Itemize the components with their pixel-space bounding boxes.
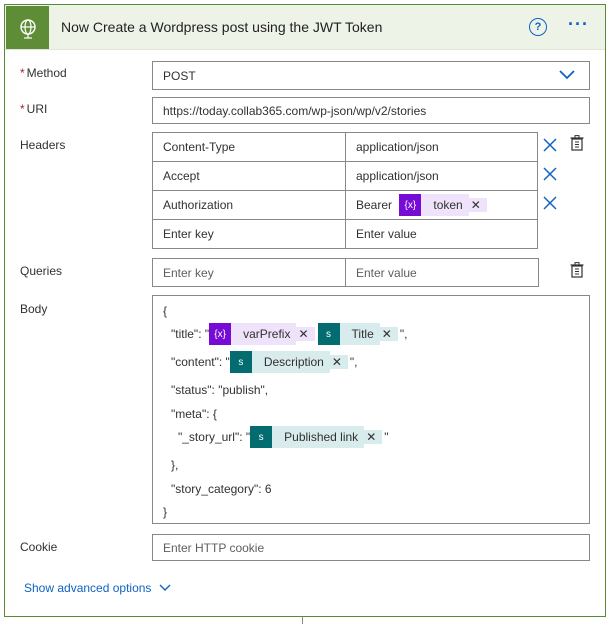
sharepoint-icon: s bbox=[229, 351, 252, 373]
body-line: { bbox=[163, 304, 168, 318]
body-line: }, bbox=[171, 458, 179, 472]
uri-label: * URI bbox=[20, 102, 48, 116]
header-value-input[interactable]: application/json bbox=[345, 132, 538, 162]
header-key-input[interactable]: Content-Type bbox=[152, 132, 346, 162]
token-chip[interactable]: s Title ✕ bbox=[317, 323, 398, 345]
method-select[interactable]: POST bbox=[152, 61, 590, 90]
uri-input[interactable]: https://today.collab365.com/wp-json/wp/v… bbox=[152, 97, 590, 124]
header-key-input[interactable]: Accept bbox=[152, 161, 346, 191]
remove-token-icon[interactable]: ✕ bbox=[329, 355, 348, 369]
header-key-input[interactable]: Authorization bbox=[152, 190, 346, 220]
more-options-icon[interactable]: ··· bbox=[568, 14, 589, 35]
method-label: * Method bbox=[20, 66, 67, 80]
help-icon[interactable]: ? bbox=[529, 18, 547, 36]
chevron-down-icon bbox=[159, 584, 171, 591]
uri-value: https://today.collab365.com/wp-json/wp/v… bbox=[163, 103, 427, 118]
action-header[interactable]: Now Create a Wordpress post using the JW… bbox=[5, 5, 605, 50]
variable-icon: {x} bbox=[209, 323, 232, 345]
body-line: "content": " s Description ✕ ", bbox=[171, 351, 358, 373]
header-value-input[interactable]: Enter value bbox=[345, 219, 538, 249]
body-line: } bbox=[163, 505, 168, 519]
delete-header-icon[interactable] bbox=[543, 138, 557, 152]
body-editor[interactable]: { "title": " {x} varPrefix ✕ s Title ✕ "… bbox=[152, 295, 590, 524]
header-row: Authorization Bearer {x} token ✕ bbox=[152, 190, 538, 220]
method-value: POST bbox=[163, 68, 196, 83]
header-value-input[interactable]: application/json bbox=[345, 161, 538, 191]
cookie-label: Cookie bbox=[20, 540, 58, 554]
header-row: Content-Type application/json bbox=[152, 132, 538, 162]
remove-token-icon[interactable]: ✕ bbox=[364, 430, 383, 444]
remove-token-icon[interactable]: ✕ bbox=[379, 327, 398, 341]
body-line: "status": "publish", bbox=[171, 383, 269, 397]
body-line: "meta": { bbox=[171, 407, 217, 421]
remove-token-icon[interactable]: ✕ bbox=[296, 327, 315, 341]
switch-to-text-mode-icon[interactable] bbox=[570, 135, 584, 151]
headers-label: Headers bbox=[20, 138, 66, 152]
token-chip[interactable]: s Description ✕ bbox=[229, 351, 348, 373]
delete-header-icon[interactable] bbox=[543, 167, 557, 181]
token-chip[interactable]: {x} varPrefix ✕ bbox=[209, 323, 315, 345]
header-value-input[interactable]: Bearer {x} token ✕ bbox=[345, 190, 538, 220]
remove-token-icon[interactable]: ✕ bbox=[468, 198, 487, 212]
variable-icon: {x} bbox=[399, 194, 422, 216]
cookie-input[interactable]: Enter HTTP cookie bbox=[152, 534, 590, 561]
sharepoint-icon: s bbox=[250, 426, 273, 448]
headers-table: Content-Type application/json Accept app… bbox=[152, 132, 538, 249]
token-chip[interactable]: {x} token ✕ bbox=[399, 194, 487, 216]
show-advanced-options-link[interactable]: Show advanced options bbox=[24, 581, 171, 595]
body-line: "story_category": 6 bbox=[171, 482, 272, 496]
http-action-card: Now Create a Wordpress post using the JW… bbox=[4, 4, 606, 617]
body-line: "_story_url": " s Published link ✕ " bbox=[178, 426, 389, 448]
connector-line bbox=[302, 617, 303, 624]
bearer-text: Bearer bbox=[356, 198, 393, 212]
token-chip[interactable]: s Published link ✕ bbox=[250, 426, 383, 448]
chevron-down-icon bbox=[559, 70, 575, 80]
body-line: "title": " {x} varPrefix ✕ s Title ✕ ", bbox=[171, 323, 407, 345]
header-row: Enter key Enter value bbox=[152, 219, 538, 249]
query-key-input[interactable]: Enter key bbox=[152, 258, 346, 287]
switch-to-text-mode-icon[interactable] bbox=[570, 262, 584, 278]
action-title: Now Create a Wordpress post using the JW… bbox=[61, 19, 383, 35]
queries-label: Queries bbox=[20, 264, 63, 278]
body-label: Body bbox=[20, 302, 48, 316]
header-row: Accept application/json bbox=[152, 161, 538, 191]
header-key-input[interactable]: Enter key bbox=[152, 219, 346, 249]
query-value-input[interactable]: Enter value bbox=[345, 258, 539, 287]
delete-header-icon[interactable] bbox=[543, 196, 557, 210]
globe-icon bbox=[6, 6, 49, 49]
sharepoint-icon: s bbox=[317, 323, 340, 345]
